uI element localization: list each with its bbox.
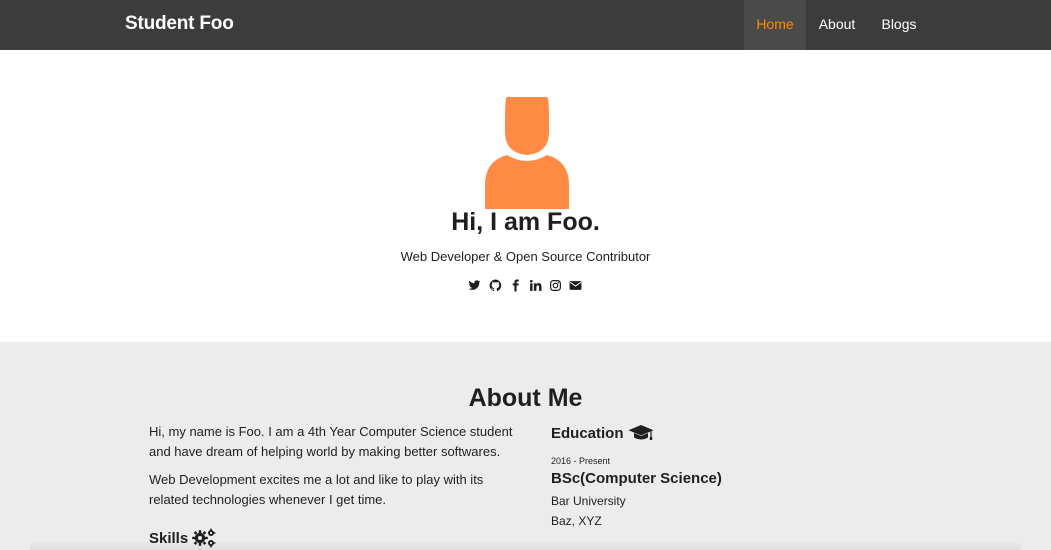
education-block: Education 2016 - Present BSc(Computer Sc… [551,424,851,529]
user-icon [485,97,569,209]
nav-home[interactable]: Home [744,0,806,50]
nav-blogs[interactable]: Blogs [868,0,930,50]
about-paragraph: Web Development excites me a lot and lik… [149,472,484,507]
brand-logo[interactable]: Student Foo [125,13,234,35]
education-date: 2016 - Present [551,456,611,466]
linkedin-icon[interactable] [528,278,542,292]
hero-section: Hi, I am Foo. Web Developer & Open Sourc… [0,50,1051,342]
about-section: About Me Hi, my name is Foo. I am a 4th … [0,342,1051,550]
nav-about[interactable]: About [806,0,868,50]
graduation-cap-icon [628,425,654,440]
education-heading-label: Education [551,424,624,442]
social-links [467,278,585,292]
instagram-icon[interactable] [548,278,562,292]
about-paragraph: Hi, my name is Foo. I am a 4th Year Comp… [149,424,513,459]
education-heading: Education [551,424,851,442]
email-icon[interactable] [568,278,582,292]
facebook-icon[interactable] [508,278,522,292]
education-degree: BSc(Computer Science) [551,470,722,487]
education-university: Bar University [551,494,626,508]
twitter-icon[interactable] [467,278,481,292]
about-title: About Me [468,384,583,412]
navbar: Student Foo Home About Blogs [0,0,1051,50]
about-text: Hi, my name is Foo. I am a 4th Year Comp… [149,422,519,518]
hero-title: Hi, I am Foo. [451,208,600,236]
card-shadow [30,540,1021,550]
github-icon[interactable] [488,278,502,292]
hero-subtitle: Web Developer & Open Source Contributor [400,249,651,264]
education-location: Baz, XYZ [551,514,602,528]
